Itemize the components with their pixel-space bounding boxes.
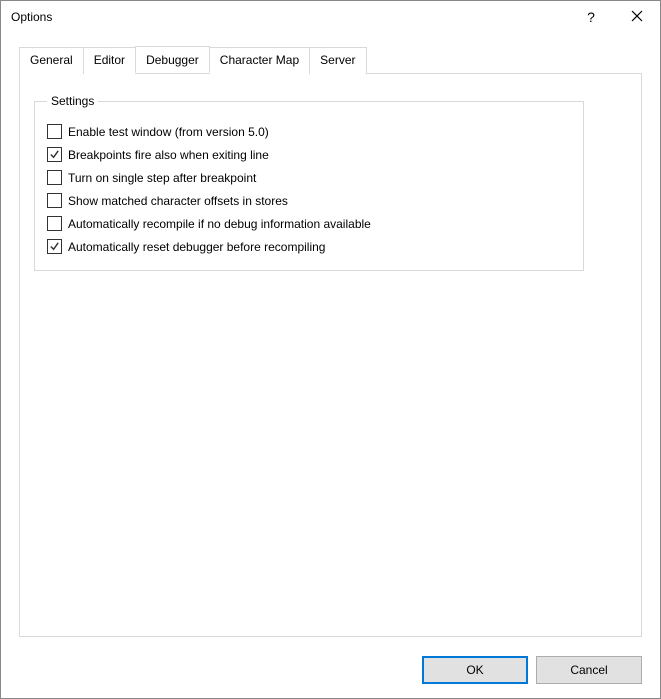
setting-auto-reset-before-recompile[interactable]: Automatically reset debugger before reco… — [47, 235, 571, 258]
checkbox-icon — [47, 147, 62, 162]
setting-single-step-after-breakpoint[interactable]: Turn on single step after breakpoint — [47, 166, 571, 189]
tab-character-map[interactable]: Character Map — [209, 47, 310, 74]
help-icon: ? — [587, 9, 595, 25]
checkbox-icon — [47, 239, 62, 254]
setting-label: Automatically reset debugger before reco… — [68, 240, 325, 254]
setting-label: Show matched character offsets in stores — [68, 194, 288, 208]
checkbox-icon — [47, 170, 62, 185]
titlebar: Options ? — [1, 1, 660, 33]
setting-show-matched-offsets[interactable]: Show matched character offsets in stores — [47, 189, 571, 212]
checkbox-icon — [47, 124, 62, 139]
tab-server[interactable]: Server — [309, 47, 366, 74]
tab-general-label: General — [30, 53, 73, 67]
help-button[interactable]: ? — [568, 1, 614, 33]
tab-panel-debugger: Settings Enable test window (from versio… — [19, 73, 642, 637]
tab-editor[interactable]: Editor — [83, 47, 136, 74]
setting-label: Enable test window (from version 5.0) — [68, 125, 269, 139]
tab-area: General Editor Debugger Character Map Se… — [1, 33, 660, 637]
checkbox-icon — [47, 216, 62, 231]
setting-auto-recompile[interactable]: Automatically recompile if no debug info… — [47, 212, 571, 235]
dialog-buttons: OK Cancel — [422, 656, 642, 684]
tab-charmap-label: Character Map — [220, 53, 299, 67]
close-icon — [631, 9, 643, 25]
settings-group: Settings Enable test window (from versio… — [34, 94, 584, 271]
tab-strip: General Editor Debugger Character Map Se… — [19, 47, 642, 74]
setting-breakpoints-fire-exiting[interactable]: Breakpoints fire also when exiting line — [47, 143, 571, 166]
setting-label: Turn on single step after breakpoint — [68, 171, 256, 185]
window-title: Options — [11, 10, 568, 24]
tab-debugger[interactable]: Debugger — [135, 46, 210, 73]
setting-label: Breakpoints fire also when exiting line — [68, 148, 269, 162]
checkbox-icon — [47, 193, 62, 208]
tab-editor-label: Editor — [94, 53, 125, 67]
setting-label: Automatically recompile if no debug info… — [68, 217, 371, 231]
ok-button-label: OK — [466, 663, 483, 677]
tab-server-label: Server — [320, 53, 355, 67]
cancel-button[interactable]: Cancel — [536, 656, 642, 684]
ok-button[interactable]: OK — [422, 656, 528, 684]
tab-debugger-label: Debugger — [146, 53, 199, 67]
tab-general[interactable]: General — [19, 47, 84, 74]
setting-enable-test-window[interactable]: Enable test window (from version 5.0) — [47, 120, 571, 143]
window-controls: ? — [568, 1, 660, 33]
cancel-button-label: Cancel — [570, 663, 607, 677]
close-button[interactable] — [614, 1, 660, 33]
settings-legend: Settings — [47, 94, 98, 108]
